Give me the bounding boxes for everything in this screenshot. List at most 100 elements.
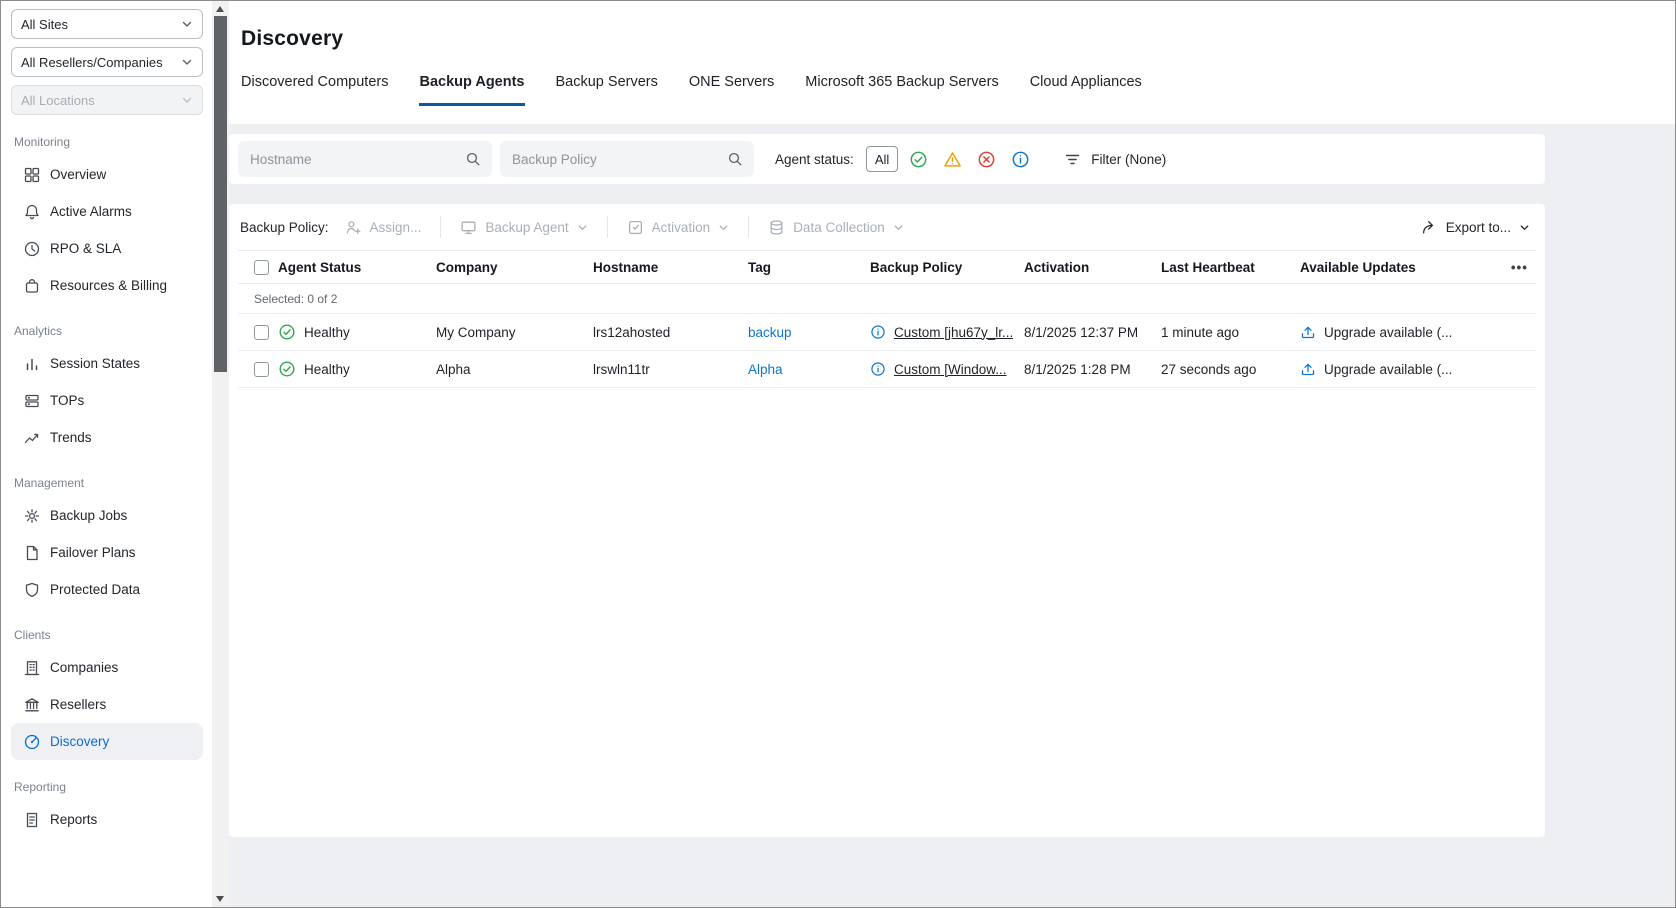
selection-summary: Selected: 0 of 2 — [238, 284, 1536, 314]
tab-discovered-computers[interactable]: Discovered Computers — [241, 74, 388, 106]
sidebar-item-protected-data[interactable]: Protected Data — [11, 571, 203, 608]
policy-link[interactable]: Custom [Window... — [894, 362, 1007, 377]
sidebar-item-reports[interactable]: Reports — [11, 801, 203, 838]
chevron-down-icon — [182, 59, 192, 65]
sidebar-item-label: Reports — [50, 812, 98, 827]
sites-dropdown[interactable]: All Sites — [11, 9, 203, 39]
sidebar-item-label: Companies — [50, 660, 119, 675]
agents-table: Agent Status Company Hostname Tag Backup… — [238, 250, 1536, 388]
cell-agent-status: Healthy — [278, 323, 436, 341]
sidebar-item-failover-plans[interactable]: Failover Plans — [11, 534, 203, 571]
section-label-reporting: Reporting — [14, 780, 67, 794]
cell-tag: backup — [748, 325, 870, 340]
scroll-up-icon[interactable] — [216, 6, 224, 12]
col-tag[interactable]: Tag — [748, 260, 870, 275]
document-icon — [23, 544, 41, 562]
tab-m365-backup-servers[interactable]: Microsoft 365 Backup Servers — [805, 74, 998, 106]
toolbar-divider — [440, 216, 442, 238]
row-checkbox[interactable] — [254, 324, 269, 340]
toolbar-divider — [606, 216, 608, 238]
column-options-icon[interactable]: ••• — [1496, 260, 1536, 275]
status-filter-info-icon[interactable] — [1006, 145, 1034, 173]
sidebar-item-label: Session States — [50, 356, 141, 371]
select-all-checkbox[interactable] — [254, 259, 269, 275]
main-content: Discovery Discovered Computers Backup Ag… — [229, 1, 1675, 907]
section-label-analytics: Analytics — [14, 324, 63, 338]
assign-icon — [346, 220, 361, 234]
info-icon[interactable] — [870, 361, 886, 377]
sidebar-item-backup-jobs[interactable]: Backup Jobs — [11, 497, 203, 534]
col-activation[interactable]: Activation — [1024, 260, 1161, 275]
tag-link[interactable]: backup — [748, 325, 792, 340]
info-icon[interactable] — [870, 324, 886, 340]
backup-policy-search-input[interactable] — [500, 141, 754, 177]
sidebar-item-label: Resources & Billing — [50, 278, 168, 293]
assign-button[interactable]: Assign... — [339, 219, 428, 236]
export-button[interactable]: Export to... — [1415, 219, 1536, 236]
hostname-search — [238, 141, 492, 177]
sidebar-item-active-alarms[interactable]: Active Alarms — [11, 193, 203, 230]
hostname-search-input[interactable] — [238, 141, 492, 177]
radar-icon — [23, 733, 41, 751]
table-row[interactable]: Healthy My Company lrs12ahosted backup C… — [238, 314, 1536, 351]
cell-backup-policy: Custom [jhu67y_lr... — [870, 324, 1024, 340]
cell-available-updates: Upgrade available (... — [1300, 361, 1496, 377]
resellers-dropdown-value: All Resellers/Companies — [21, 54, 163, 70]
activation-button[interactable]: Activation — [621, 219, 736, 236]
tab-one-servers[interactable]: ONE Servers — [689, 74, 774, 106]
sidebar-item-companies[interactable]: Companies — [11, 649, 203, 686]
policy-link[interactable]: Custom [jhu67y_lr... — [894, 325, 1013, 340]
chevron-down-icon — [1520, 224, 1529, 230]
sidebar-item-resources-billing[interactable]: Resources & Billing — [11, 267, 203, 304]
tab-backup-servers[interactable]: Backup Servers — [556, 74, 658, 106]
status-filter-error-icon[interactable] — [972, 145, 1000, 173]
cell-activation: 8/1/2025 1:28 PM — [1024, 361, 1131, 377]
healthy-icon — [279, 324, 295, 340]
sites-dropdown-value: All Sites — [21, 16, 68, 32]
sidebar-item-label: Backup Jobs — [50, 508, 128, 523]
cell-last-heartbeat: 1 minute ago — [1161, 324, 1240, 340]
tab-backup-agents[interactable]: Backup Agents — [419, 74, 525, 106]
tab-cloud-appliances[interactable]: Cloud Appliances — [1030, 74, 1142, 106]
col-company[interactable]: Company — [436, 260, 593, 275]
bell-icon — [23, 203, 41, 221]
filter-none-button[interactable]: Filter (None) — [1064, 151, 1166, 168]
col-agent-status[interactable]: Agent Status — [278, 260, 436, 275]
bag-icon — [23, 277, 41, 295]
sidebar-item-overview[interactable]: Overview — [11, 156, 203, 193]
agent-status-all-button[interactable]: All — [865, 146, 899, 172]
overview-icon — [23, 166, 41, 184]
row-checkbox[interactable] — [254, 361, 269, 377]
page-title: Discovery — [241, 27, 344, 50]
sidebar-item-session-states[interactable]: Session States — [11, 345, 203, 382]
scrollbar-thumb[interactable] — [214, 16, 227, 372]
cell-tag: Alpha — [748, 362, 870, 377]
col-available-updates[interactable]: Available Updates — [1300, 260, 1496, 275]
status-filter-healthy-icon[interactable] — [904, 145, 932, 173]
col-hostname[interactable]: Hostname — [593, 260, 748, 275]
col-last-heartbeat[interactable]: Last Heartbeat — [1161, 260, 1300, 275]
tag-link[interactable]: Alpha — [748, 362, 783, 377]
sidebar-scrollbar[interactable] — [212, 1, 229, 907]
data-collection-button[interactable]: Data Collection — [762, 219, 910, 236]
sidebar: All Sites All Resellers/Companies All Lo… — [1, 1, 212, 907]
sidebar-item-label: Resellers — [50, 697, 107, 712]
sidebar-item-resellers[interactable]: Resellers — [11, 686, 203, 723]
action-toolbar: Backup Policy: Assign... Backup Agent Ac… — [229, 204, 1545, 250]
search-icon — [465, 151, 481, 167]
resellers-dropdown[interactable]: All Resellers/Companies — [11, 47, 203, 77]
chevron-down-icon — [578, 224, 587, 230]
cell-company: Alpha — [436, 361, 471, 377]
sidebar-item-trends[interactable]: Trends — [11, 419, 203, 456]
cell-company: My Company — [436, 324, 516, 340]
status-filter-warning-icon[interactable] — [938, 145, 966, 173]
col-backup-policy[interactable]: Backup Policy — [870, 260, 1024, 275]
table-row[interactable]: Healthy Alpha lrswln11tr Alpha Custom [W… — [238, 351, 1536, 388]
cell-available-updates: Upgrade available (... — [1300, 324, 1496, 340]
backup-agent-button[interactable]: Backup Agent — [454, 219, 593, 236]
sidebar-item-tops[interactable]: TOPs — [11, 382, 203, 419]
sidebar-item-discovery[interactable]: Discovery — [11, 723, 203, 760]
scroll-down-icon[interactable] — [216, 896, 224, 902]
chevron-down-icon — [182, 97, 192, 103]
sidebar-item-rpo-sla[interactable]: RPO & SLA — [11, 230, 203, 267]
